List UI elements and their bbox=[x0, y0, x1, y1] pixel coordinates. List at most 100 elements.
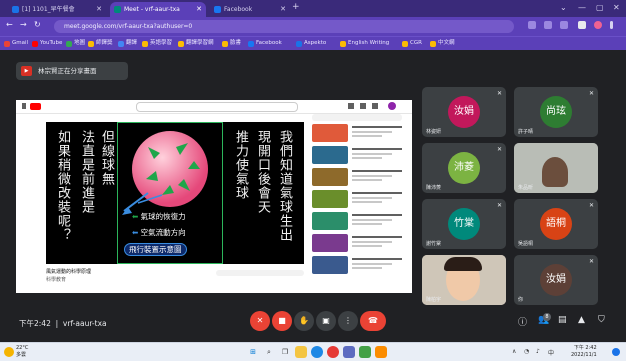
participant-tile[interactable]: 陳柏宇 bbox=[422, 255, 506, 305]
maximize-icon[interactable]: ▢ bbox=[596, 3, 604, 12]
back-icon[interactable]: ← bbox=[6, 20, 13, 29]
network-icon[interactable]: ◔ bbox=[524, 348, 529, 355]
weather-widget[interactable]: 22°C 多雲 bbox=[16, 345, 28, 359]
notification-icon[interactable] bbox=[612, 348, 620, 356]
participant-name: 吳語桐 bbox=[518, 241, 534, 247]
avatar: 語桐 bbox=[540, 208, 572, 240]
present-button[interactable]: ▣ bbox=[316, 311, 336, 331]
start-icon[interactable]: ⊞ bbox=[247, 346, 259, 358]
mic-toggle-button[interactable]: ✕ bbox=[250, 311, 270, 331]
tab-meet[interactable]: Meet - vrf-aaur-txa ✕ bbox=[110, 2, 206, 17]
participant-tile[interactable]: ✕ 尚玹 許子晴 bbox=[514, 87, 598, 137]
slide-text-column: 推力使氣球 bbox=[233, 130, 248, 200]
bookmark-item[interactable]: 翻譯學習網 bbox=[178, 38, 214, 49]
bookmark-item[interactable]: Gmail bbox=[4, 38, 28, 49]
host-controls-icon[interactable]: ⛉ bbox=[598, 315, 605, 325]
bookmark-item[interactable]: Aspekto bbox=[296, 38, 326, 49]
present-screen-icon: ▶ bbox=[21, 66, 32, 76]
bookmark-item[interactable]: English Writing bbox=[340, 38, 389, 49]
meeting-info: 下午2:42 | vrf-aaur-txa bbox=[19, 319, 107, 328]
participant-tile[interactable]: ✕ 語桐 吳語桐 bbox=[514, 199, 598, 249]
chrome-icon[interactable] bbox=[327, 346, 339, 358]
video-title[interactable]: 風氣運動的科學原理 bbox=[46, 268, 91, 275]
bookmark-item[interactable]: 師鐸獎 bbox=[88, 38, 113, 49]
menu-icon[interactable] bbox=[610, 21, 613, 29]
clock[interactable]: 下午 2:42 2022/11/1 bbox=[571, 345, 597, 359]
participant-tile[interactable]: 朱品昕 bbox=[514, 143, 598, 193]
participant-name: 許子晴 bbox=[518, 129, 534, 135]
volume-icon[interactable]: ♪ bbox=[536, 348, 540, 355]
weather-icon[interactable] bbox=[4, 347, 14, 357]
legend-restoring-force: ⬅ 氣球的恢復力 bbox=[132, 212, 186, 221]
shared-screen: 如果稍微改裝呢？ 法直是前進是 但線球無 ⬅ 氣球的恢復力 ⬅ 空氣流動方向 飛… bbox=[16, 100, 412, 293]
video-player[interactable]: 如果稍微改裝呢？ 法直是前進是 但線球無 ⬅ 氣球的恢復力 ⬅ 空氣流動方向 飛… bbox=[46, 122, 304, 264]
chat-icon[interactable]: ▤ bbox=[558, 315, 567, 325]
channel-name[interactable]: 科學教育 bbox=[46, 276, 66, 283]
minimize-icon[interactable]: — bbox=[578, 3, 586, 12]
camera-icon[interactable] bbox=[528, 21, 536, 29]
participant-tile[interactable]: ✕ 竹棠 謝竹棠 bbox=[422, 199, 506, 249]
bookmark-item[interactable]: YouTube bbox=[32, 38, 62, 49]
app-icon[interactable] bbox=[375, 346, 387, 358]
mic-off-icon: ✕ bbox=[588, 258, 594, 265]
language-icon[interactable]: 中 bbox=[548, 348, 554, 357]
browser-tab-bar: [1] 1101_早午餐會 ✕ Meet - vrf-aaur-txa ✕ Fa… bbox=[0, 0, 626, 17]
presenter-chip[interactable]: ▶ 林宗賢正在分享畫面 bbox=[16, 62, 128, 80]
chevron-down-icon[interactable]: ⌄ bbox=[560, 3, 567, 12]
camera-toggle-button[interactable]: ■ bbox=[272, 311, 292, 331]
bookmark-item[interactable]: 臉書 bbox=[222, 38, 241, 49]
url-input[interactable]: meet.google.com/vrf-aaur-txa?authuser=0 bbox=[54, 20, 514, 33]
more-options-button[interactable]: ⋮ bbox=[338, 311, 358, 331]
app-icon[interactable] bbox=[359, 346, 371, 358]
raise-hand-button[interactable]: ✋ bbox=[294, 311, 314, 331]
participant-name: 林姿妍 bbox=[426, 129, 442, 135]
participant-tile[interactable]: ✕ 沛菱 陳沛菱 bbox=[422, 143, 506, 193]
task-view-icon[interactable]: ❐ bbox=[279, 346, 291, 358]
bookmark-item[interactable]: 英語學習 bbox=[142, 38, 172, 49]
new-tab-button[interactable]: + bbox=[292, 2, 300, 12]
youtube-logo[interactable] bbox=[30, 103, 41, 110]
bookmark-item[interactable]: 中文網 bbox=[430, 38, 455, 49]
extension-icon[interactable] bbox=[578, 21, 586, 29]
slide-text-column: 我們知道氣球生出 bbox=[277, 130, 292, 242]
star-icon[interactable] bbox=[560, 21, 568, 29]
tray-chevron-icon[interactable]: ∧ bbox=[512, 348, 516, 355]
share-icon[interactable] bbox=[544, 21, 552, 29]
activities-icon[interactable]: ▲ bbox=[578, 315, 585, 325]
tab-meeting-doc[interactable]: [1] 1101_早午餐會 ✕ bbox=[8, 2, 106, 17]
participant-tile[interactable]: ✕ 汝娟 林姿妍 bbox=[422, 87, 506, 137]
close-icon[interactable]: ✕ bbox=[280, 2, 286, 17]
avatar[interactable] bbox=[388, 102, 396, 110]
close-icon[interactable]: ✕ bbox=[196, 2, 202, 17]
store-icon[interactable] bbox=[343, 346, 355, 358]
address-bar: ← → ↻ meet.google.com/vrf-aaur-txa?authu… bbox=[0, 17, 626, 36]
create-icon[interactable] bbox=[348, 103, 354, 109]
filter-chips[interactable] bbox=[312, 114, 402, 121]
recommended-list bbox=[312, 114, 408, 289]
search-icon[interactable]: ⌕ bbox=[263, 346, 275, 358]
menu-icon[interactable] bbox=[22, 103, 26, 109]
participant-count-badge: 8 bbox=[543, 313, 551, 321]
search-input[interactable] bbox=[136, 102, 298, 112]
participant-tile-self[interactable]: ✕ 汝娟 你 bbox=[514, 255, 598, 305]
mic-off-icon: ✕ bbox=[588, 202, 594, 209]
participant-name: 謝竹棠 bbox=[426, 241, 442, 247]
video-actions[interactable] bbox=[216, 270, 304, 276]
close-icon[interactable]: ✕ bbox=[96, 2, 102, 17]
profile-avatar[interactable] bbox=[594, 21, 602, 29]
file-explorer-icon[interactable] bbox=[295, 346, 307, 358]
tab-facebook[interactable]: Facebook ✕ bbox=[210, 2, 290, 17]
reload-icon[interactable]: ↻ bbox=[34, 20, 41, 29]
bookmark-item[interactable]: 地圖 bbox=[66, 38, 85, 49]
participant-name: 朱品昕 bbox=[518, 185, 534, 191]
bookmark-item[interactable]: CGR bbox=[402, 38, 422, 49]
bookmark-item[interactable]: Facebook bbox=[248, 38, 282, 49]
edge-icon[interactable] bbox=[311, 346, 323, 358]
close-window-icon[interactable]: ✕ bbox=[613, 3, 620, 12]
bell-icon[interactable] bbox=[372, 103, 378, 109]
hang-up-button[interactable]: ☎ bbox=[360, 311, 386, 331]
bookmark-item[interactable]: 翻譯 bbox=[118, 38, 137, 49]
info-icon[interactable]: ⓘ bbox=[518, 315, 527, 328]
forward-icon[interactable]: → bbox=[20, 20, 27, 29]
apps-icon[interactable] bbox=[360, 103, 366, 109]
